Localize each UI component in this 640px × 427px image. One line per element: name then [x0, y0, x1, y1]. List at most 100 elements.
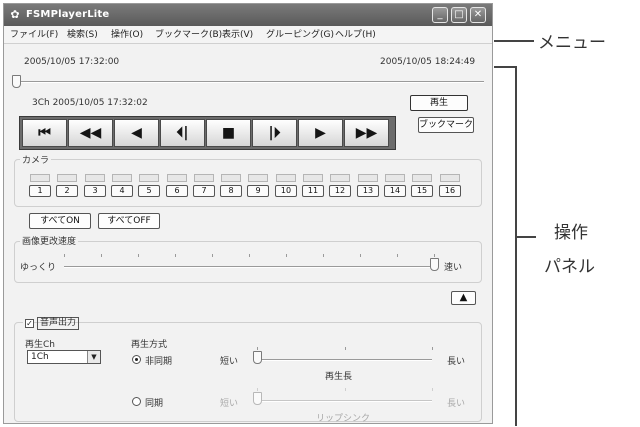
lipsync-tick [432, 388, 433, 391]
camera-button-2[interactable]: 2 [56, 185, 78, 197]
menu-file[interactable]: ファイル(F) [10, 26, 58, 44]
camera-button-11[interactable]: 11 [302, 185, 324, 197]
close-button[interactable]: ✕ [470, 7, 486, 23]
timeline-thumb[interactable] [12, 75, 21, 88]
camera-indicator-15 [412, 174, 432, 182]
refresh-speed-tick [360, 254, 361, 257]
menu-search[interactable]: 検索(S) [67, 26, 98, 44]
all-off-button[interactable]: すべてOFF [98, 213, 160, 229]
sync-radio-label: 同期 [145, 399, 164, 409]
camera-indicator-5 [139, 174, 159, 182]
playback-length-track[interactable] [257, 359, 432, 361]
camera-button-9[interactable]: 9 [247, 185, 269, 197]
camera-indicator-7 [194, 174, 214, 182]
reverse-play-button[interactable]: ◀ [114, 119, 159, 147]
lipsync-caption: リップシンク [316, 414, 371, 424]
sync-radio[interactable] [132, 397, 141, 406]
camera-button-7[interactable]: 7 [193, 185, 215, 197]
lipsync-thumb[interactable] [253, 392, 262, 405]
timeline-end-time: 2005/10/05 18:24:49 [380, 57, 476, 67]
audio-output-checkbox-wrap: ✓ 音声出力 [23, 317, 80, 330]
refresh-speed-tick [286, 254, 287, 257]
play-button[interactable]: ▶ [298, 119, 343, 147]
camera-button-5[interactable]: 5 [138, 185, 160, 197]
length-long-label: 長い [447, 357, 466, 367]
menu-help[interactable]: ヘルプ(H) [335, 26, 376, 44]
refresh-speed-tick [212, 254, 213, 257]
playback-length-thumb[interactable] [253, 351, 262, 364]
menu-operation[interactable]: 操作(O) [111, 26, 143, 44]
lipsync-track[interactable] [257, 400, 432, 402]
audio-output-checkbox[interactable]: ✓ [25, 319, 34, 328]
camera-button-10[interactable]: 10 [275, 185, 297, 197]
stop-button[interactable]: ■ [206, 119, 251, 147]
menu-grouping[interactable]: グルーピング(G) [266, 26, 334, 44]
playback-length-tick [432, 347, 433, 350]
camera-button-1[interactable]: 1 [29, 185, 51, 197]
rewind-button[interactable]: ◀◀ [68, 119, 113, 147]
camera-button-3[interactable]: 3 [84, 185, 106, 197]
channel-timestamp: 3Ch 2005/10/05 17:32:02 [32, 98, 148, 108]
camera-button-15[interactable]: 15 [411, 185, 433, 197]
menu-callout-text: メニュー [538, 33, 606, 53]
timeline-track[interactable] [16, 81, 484, 83]
collapse-panel-button[interactable]: ▲ [451, 291, 476, 305]
panel-callout-hline-top [494, 66, 516, 68]
menu-bookmark[interactable]: ブックマーク(B) [155, 26, 222, 44]
camera-button-8[interactable]: 8 [220, 185, 242, 197]
skip-to-start-button[interactable]: ⏮ [22, 119, 67, 147]
camera-indicator-13 [358, 174, 378, 182]
async-radio[interactable] [132, 355, 141, 364]
camera-indicator-9 [248, 174, 268, 182]
playback-length-tick [257, 347, 258, 350]
fast-forward-button[interactable]: ▶▶ [344, 119, 389, 147]
menu-view[interactable]: 表示(V) [222, 26, 253, 44]
playback-controls: ⏮ ◀◀ ◀ ⏴| ■ |⏵ ▶ ▶▶ [19, 116, 396, 150]
panel-callout-vline [515, 66, 517, 426]
camera-indicator-16 [440, 174, 460, 182]
camera-indicator-8 [221, 174, 241, 182]
lipsync-tick [345, 388, 346, 391]
camera-button-16[interactable]: 16 [439, 185, 461, 197]
camera-indicator-12 [330, 174, 350, 182]
refresh-speed-thumb[interactable] [430, 258, 439, 271]
maximize-button[interactable]: □ [451, 7, 467, 23]
camera-indicator-4 [112, 174, 132, 182]
camera-button-4[interactable]: 4 [111, 185, 133, 197]
refresh-speed-tick [249, 254, 250, 257]
camera-button-14[interactable]: 14 [384, 185, 406, 197]
refresh-speed-tick [434, 254, 435, 257]
all-on-button[interactable]: すべてON [29, 213, 91, 229]
chevron-down-icon[interactable]: ▼ [87, 351, 100, 363]
bookmark-button[interactable]: ブックマーク [418, 117, 474, 133]
playback-channel-value: 1Ch [31, 352, 49, 362]
camera-button-12[interactable]: 12 [329, 185, 351, 197]
refresh-speed-group [14, 241, 482, 283]
refresh-speed-label: 画像更改速度 [20, 234, 79, 247]
refresh-speed-tick [323, 254, 324, 257]
menu-bar: ファイル(F) 検索(S) 操作(O) ブックマーク(B) 表示(V) グルーピ… [4, 26, 492, 44]
camera-group-label: カメラ [20, 153, 52, 166]
app-window: ✿ FSMPlayerLite _ □ ✕ ファイル(F) 検索(S) 操作(O… [3, 3, 493, 424]
step-forward-button[interactable]: |⏵ [252, 119, 297, 147]
refresh-speed-tick [64, 254, 65, 257]
camera-indicator-14 [385, 174, 405, 182]
menu-callout-line [494, 40, 534, 42]
camera-indicator-11 [303, 174, 323, 182]
audio-output-label[interactable]: 音声出力 [37, 317, 80, 330]
camera-indicator-10 [276, 174, 296, 182]
refresh-speed-tick [397, 254, 398, 257]
playback-channel-select[interactable]: 1Ch ▼ [27, 350, 101, 364]
camera-indicator-2 [57, 174, 77, 182]
camera-indicator-1 [30, 174, 50, 182]
app-logo-icon: ✿ [10, 8, 20, 21]
panel-callout-hline-mid [516, 236, 536, 238]
camera-button-6[interactable]: 6 [166, 185, 188, 197]
minimize-button[interactable]: _ [432, 7, 448, 23]
step-back-button[interactable]: ⏴| [160, 119, 205, 147]
title-bar[interactable]: ✿ FSMPlayerLite _ □ ✕ [4, 4, 492, 26]
refresh-speed-track[interactable] [64, 266, 434, 268]
length-short-label: 短い [220, 357, 239, 367]
timeline-start-time: 2005/10/05 17:32:00 [24, 57, 120, 67]
camera-button-13[interactable]: 13 [357, 185, 379, 197]
